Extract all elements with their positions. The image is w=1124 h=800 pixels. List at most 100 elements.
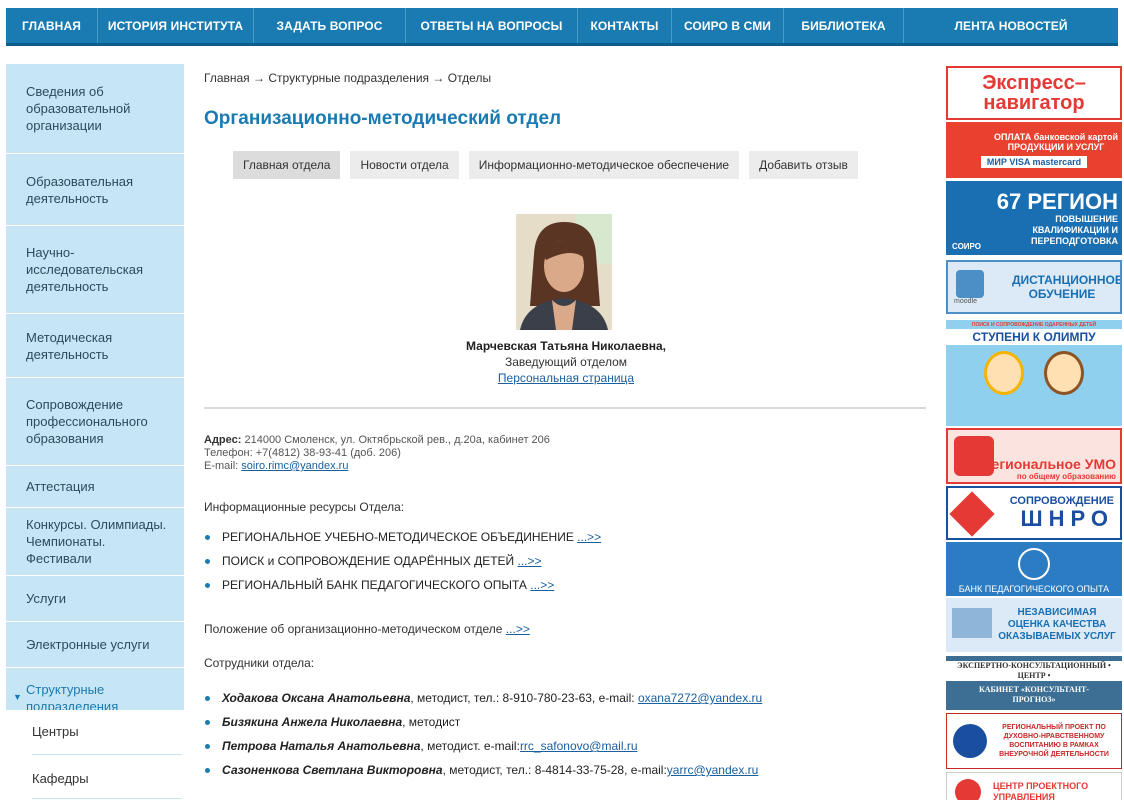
banner-text: ЭКСПЕРТНО-КОНСУЛЬТАЦИОННЫЙ • ЦЕНТР •: [946, 661, 1122, 681]
sidebar-subnav: Центры Кафедры: [6, 710, 184, 800]
banner-shnro-support[interactable]: СОПРОВОЖДЕНИЕ ШНРО: [946, 486, 1122, 540]
bullet-icon: [205, 535, 210, 540]
email-link[interactable]: soiro.rimc@yandex.ru: [241, 460, 348, 472]
bullet-icon: [205, 744, 210, 749]
banner-express-navigator[interactable]: Экспресс–навигатор: [946, 66, 1122, 120]
tab-department-home[interactable]: Главная отдела: [233, 151, 341, 179]
nav-media[interactable]: СОИРО В СМИ: [672, 8, 784, 43]
sidebar-item-attestation[interactable]: Аттестация: [6, 466, 184, 508]
resource-title: РЕГИОНАЛЬНЫЙ БАНК ПЕДАГОГИЧЕСКОГО ОПЫТА: [222, 578, 527, 592]
nav-answers[interactable]: ОТВЕТЫ НА ВОПРОСЫ: [406, 8, 578, 43]
list-item: РЕГИОНАЛЬНОЕ УЧЕБНО-МЕТОДИЧЕСКОЕ ОБЪЕДИН…: [204, 530, 601, 544]
breadcrumb-structural-units[interactable]: Структурные подразделения: [268, 71, 429, 85]
list-item: ПОИСК и СОПРОВОЖДЕНИЕ ОДАРЁННЫХ ДЕТЕЙ ..…: [204, 554, 601, 568]
banner-subtext: по общему образованию: [1016, 472, 1116, 481]
banner-expert-center[interactable]: ЭКСПЕРТНО-КОНСУЛЬТАЦИОННЫЙ • ЦЕНТР • КАБ…: [946, 656, 1122, 710]
banner-67-region[interactable]: 67 РЕГИОН ПОВЫШЕНИЕ КВАЛИФИКАЦИИ И ПЕРЕП…: [946, 181, 1122, 255]
nav-home[interactable]: ГЛАВНАЯ: [6, 8, 98, 43]
page-title: Организационно-методический отдел: [204, 108, 562, 129]
resource-link[interactable]: ...>>: [518, 554, 542, 568]
department-head: Марчевская Татьяна Николаевна, Заведующи…: [204, 338, 928, 386]
nav-ask-question[interactable]: ЗАДАТЬ ВОПРОС: [254, 8, 406, 43]
bullet-icon: [205, 559, 210, 564]
staff-list: Ходакова Оксана Анатольевна, методист, т…: [204, 691, 762, 777]
sidebar-item-research[interactable]: Научно-исследовательская деятельность: [6, 226, 184, 314]
list-item: Петрова Наталья Анатольевна, методист. e…: [204, 739, 762, 753]
banner-steps-to-olympus[interactable]: ПОИСК И СОПРОВОЖДЕНИЕ ОДАРЕННЫХ ДЕТЕЙ СТ…: [946, 320, 1122, 426]
list-item: Сазоненкова Светлана Викторовна, методис…: [204, 763, 762, 777]
breadcrumb-home[interactable]: Главная: [204, 71, 250, 85]
children-illustration-icon: [984, 351, 1084, 395]
nav-news-feed[interactable]: ЛЕНТА НОВОСТЕЙ: [904, 8, 1118, 43]
personal-page-link[interactable]: Персональная страница: [498, 371, 634, 385]
nav-history[interactable]: ИСТОРИЯ ИНСТИТУТА: [98, 8, 254, 43]
regulation-line: Положение об организационно-методическом…: [204, 622, 530, 636]
banner-subtext: МИР VISA mastercard: [980, 156, 1088, 168]
moodle-logo-icon: [956, 270, 984, 298]
banner-regional-umo[interactable]: Региональное УМО по общему образованию: [946, 428, 1122, 484]
banner-text: БАНК ПЕДАГОГИЧЕСКОГО ОПЫТА: [958, 584, 1110, 594]
head-name: Марчевская Татьяна Николаевна,: [466, 339, 666, 353]
sidebar-item-org-info[interactable]: Сведения об образовательной организации: [6, 64, 184, 154]
sidebar-subitem-departments[interactable]: Кафедры: [32, 771, 89, 786]
banner-distance-learning[interactable]: moodle ДИСТАНЦИОННОЕ ОБУЧЕНИЕ: [946, 260, 1122, 314]
regulation-link[interactable]: ...>>: [506, 622, 530, 636]
banner-pedagogical-bank[interactable]: БАНК ПЕДАГОГИЧЕСКОГО ОПЫТА: [946, 542, 1122, 596]
staff-name: Ходакова Оксана Анатольевна: [222, 691, 411, 705]
email-label: E-mail:: [204, 460, 239, 472]
banner-quality-assessment[interactable]: НЕЗАВИСИМАЯ ОЦЕНКА КАЧЕСТВА ОКАЗЫВАЕМЫХ …: [946, 598, 1122, 652]
staff-info: , методист, тел.: 8-4814-33-75-28, e-mai…: [442, 763, 667, 777]
banner-logo-text: СОИРО: [952, 242, 982, 251]
bullet-icon: [205, 720, 210, 725]
resource-link[interactable]: ...>>: [530, 578, 554, 592]
address-value: 214000 Смоленск, ул. Октябрьской рев., д…: [244, 434, 550, 446]
tab-department-news[interactable]: Новости отдела: [350, 151, 459, 179]
resource-link[interactable]: ...>>: [577, 530, 601, 544]
nav-contacts[interactable]: КОНТАКТЫ: [578, 8, 672, 43]
sidebar-item-education[interactable]: Образовательная деятельность: [6, 154, 184, 226]
staff-email-link[interactable]: oxana7272@yandex.ru: [638, 691, 762, 705]
banner-spiritual-moral-project[interactable]: РЕГИОНАЛЬНЫЙ ПРОЕКТ ПО ДУХОВНО-НРАВСТВЕН…: [946, 713, 1122, 769]
breadcrumb-departments: Отделы: [447, 71, 492, 85]
bullet-icon: [205, 583, 210, 588]
breadcrumb-separator: →: [432, 71, 445, 85]
divider: [204, 407, 926, 409]
sidebar-item-methodical[interactable]: Методическая деятельность: [6, 314, 184, 378]
banner-text: ПОИСК И СОПРОВОЖДЕНИЕ ОДАРЕННЫХ ДЕТЕЙ: [971, 322, 1097, 328]
caret-down-icon: ▼: [13, 692, 22, 702]
sidebar-item-e-services[interactable]: Электронные услуги: [6, 622, 184, 668]
staff-info: , методист: [402, 715, 461, 729]
staff-email-link[interactable]: rrc_safonovo@mail.ru: [520, 739, 638, 753]
nav-library[interactable]: БИБЛИОТЕКА: [784, 8, 904, 43]
banner-text: ДИСТАНЦИОННОЕ ОБУЧЕНИЕ: [1012, 273, 1122, 301]
sidebar-item-contests[interactable]: Конкурсы. Олимпиады. Чемпионаты. Фестива…: [6, 508, 184, 576]
banner-card-payment[interactable]: ОПЛАТА банковской картой ПРОДУКЦИИ И УСЛ…: [946, 122, 1122, 178]
banner-subtext: ШНРО: [1020, 506, 1114, 531]
staff-email-link[interactable]: yarrc@yandex.ru: [667, 763, 759, 777]
banner-text: НЕЗАВИСИМАЯ ОЦЕНКА КАЧЕСТВА ОКАЗЫВАЕМЫХ …: [998, 607, 1116, 642]
head-position: Заведующий отделом: [504, 355, 628, 369]
address-label: Адрес:: [204, 434, 242, 446]
banner-project-center[interactable]: ЦЕНТР ПРОЕКТНОГО УПРАВЛЕНИЯ: [946, 772, 1122, 800]
staff-info: , методист. e-mail:: [420, 739, 520, 753]
list-item: Ходакова Оксана Анатольевна, методист, т…: [204, 691, 762, 705]
staff-info: , методист, тел.: 8-910-780-23-63, e-mai…: [410, 691, 638, 705]
banner-subtext: КАБИНЕТ «КОНСУЛЬТАНТ-ПРОГНОЗ»: [978, 685, 1090, 704]
hands-icon: [952, 608, 992, 638]
sidebar-item-services[interactable]: Услуги: [6, 576, 184, 622]
list-item: РЕГИОНАЛЬНЫЙ БАНК ПЕДАГОГИЧЕСКОГО ОПЫТА …: [204, 578, 601, 592]
staff-heading: Сотрудники отдела:: [204, 656, 315, 670]
banner-text: Экспресс–навигатор: [982, 72, 1086, 114]
books-icon: [954, 436, 994, 476]
resources-heading: Информационные ресурсы Отдела:: [204, 500, 405, 514]
candle-logo-icon: [953, 724, 987, 758]
sidebar-item-prof-education[interactable]: Сопровождение профессионального образова…: [6, 378, 184, 466]
banner-subtext: ПОВЫШЕНИЕ КВАЛИФИКАЦИИ И ПЕРЕПОДГОТОВКА: [1031, 213, 1118, 246]
tab-methodical-support[interactable]: Информационно-методическое обеспечение: [468, 151, 740, 179]
sidebar-subitem-centers[interactable]: Центры: [32, 724, 79, 739]
resources-list: РЕГИОНАЛЬНОЕ УЧЕБНО-МЕТОДИЧЕСКОЕ ОБЪЕДИН…: [204, 530, 601, 592]
divider: [32, 754, 182, 755]
divider: [32, 798, 182, 799]
banner-text: ЦЕНТР ПРОЕКТНОГО УПРАВЛЕНИЯ: [993, 781, 1089, 800]
tab-add-review[interactable]: Добавить отзыв: [749, 151, 858, 179]
